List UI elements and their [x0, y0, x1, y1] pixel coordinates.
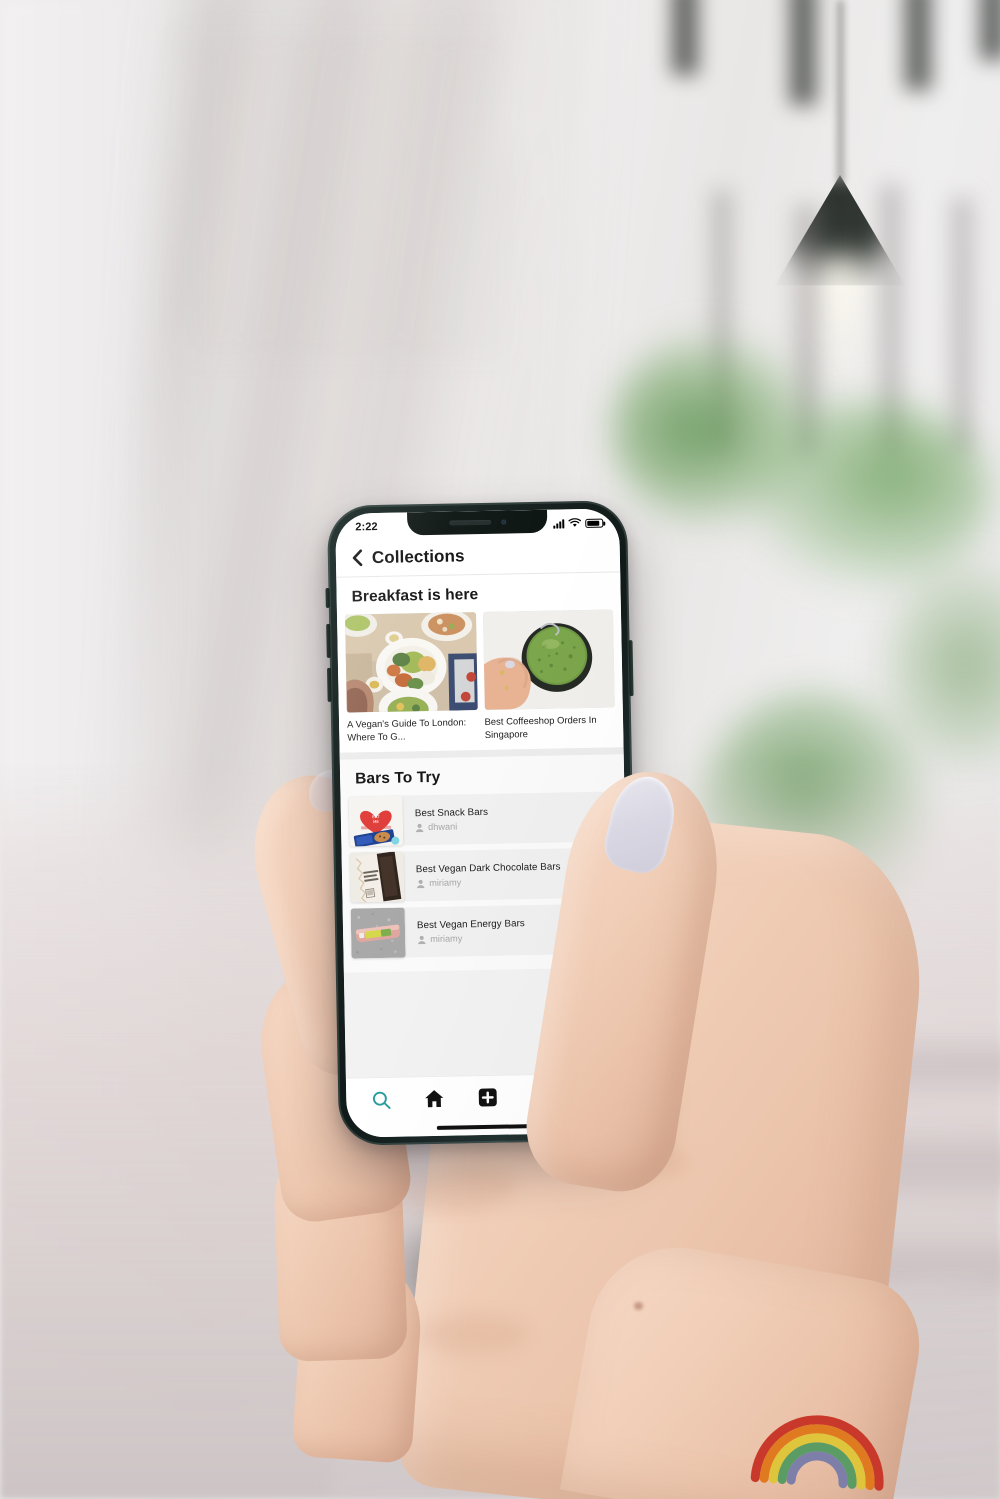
list-item-thumbnail: EAT ME — [348, 795, 404, 847]
front-camera-icon — [500, 519, 506, 525]
person-icon — [416, 879, 425, 888]
feature-caption: Best Coffeeshop Orders In Singapore — [484, 713, 597, 740]
like-count: 1 — [601, 811, 607, 822]
like-group[interactable]: 0 — [589, 924, 609, 934]
chevron-left-icon[interactable] — [352, 549, 363, 567]
tab-search[interactable] — [361, 1084, 402, 1115]
search-icon[interactable] — [371, 1089, 391, 1109]
mute-switch[interactable] — [325, 587, 330, 608]
tab-notifications[interactable] — [522, 1081, 563, 1112]
ceiling-beam — [790, 0, 816, 105]
scroll-content[interactable]: Breakfast is here A Vegan's Guide To Lon… — [336, 572, 630, 1078]
feature-grid: A Vegan's Guide To London: Where To G... — [337, 609, 624, 753]
list-item-body: Best Vegan Energy Bars miriamy 0 — [400, 903, 620, 958]
wifi-icon — [568, 518, 581, 527]
ceiling-beam — [905, 0, 931, 90]
like-count: 1 — [602, 867, 609, 878]
list-item-meta: dhwani — [415, 821, 488, 832]
list-item-meta: miriamy — [417, 932, 525, 944]
volume-up-button[interactable] — [326, 623, 331, 658]
tab-profile[interactable] — [575, 1080, 616, 1111]
profile-avatar-icon[interactable] — [585, 1085, 606, 1106]
like-group[interactable]: 1 — [587, 812, 607, 822]
feature-card[interactable]: Best Coffeeshop Orders In Singapore — [480, 609, 623, 741]
feature-image-green-smoothie — [482, 609, 615, 710]
heart-icon[interactable] — [587, 812, 598, 822]
nav-header: Collections — [335, 534, 621, 578]
hanging-lamp-cord — [838, 0, 843, 185]
tab-home[interactable] — [414, 1083, 455, 1114]
svg-text:ME: ME — [373, 819, 380, 824]
home-icon[interactable] — [424, 1089, 444, 1108]
list-item-title: Best Vegan Energy Bars — [416, 918, 525, 932]
earpiece-speaker-icon — [448, 519, 491, 526]
section-bars: Bars To Try EAT ME Best Snack Bars dhwan… — [339, 754, 628, 973]
status-time: 2:22 — [355, 520, 378, 534]
section-title: Breakfast is here — [351, 586, 479, 606]
notch — [407, 509, 548, 536]
background-window-blinds — [180, 30, 510, 360]
list-item-author: miriamy — [429, 877, 462, 889]
heart-icon[interactable] — [588, 868, 599, 878]
list-item-text: Best Snack Bars dhwani — [415, 807, 489, 832]
list-item-title: Best Vegan Dark Chocolate Bars — [415, 861, 561, 876]
photo-scene: 2:22 Collections Breakfast is here A Veg… — [0, 0, 1000, 1499]
person-icon — [415, 823, 424, 832]
feature-caption: A Vegan's Guide To London: Where To G... — [346, 716, 467, 743]
knuckle — [418, 1314, 528, 1354]
rainbow-tattoo — [750, 1415, 884, 1491]
add-plus-icon[interactable] — [479, 1088, 498, 1107]
section-breakfast: Breakfast is here A Vegan's Guide To Lon… — [336, 572, 624, 753]
list-item-author: miriamy — [430, 933, 463, 945]
page-title: Collections — [371, 545, 465, 567]
list-item-author: dhwani — [427, 821, 458, 833]
tab-create[interactable] — [468, 1082, 509, 1113]
list-item[interactable]: Best Vegan Energy Bars miriamy 0 — [350, 903, 620, 959]
background-column — [952, 198, 972, 453]
heart-icon[interactable] — [589, 924, 600, 934]
list-item-text: Best Vegan Energy Bars miriamy — [417, 918, 525, 944]
tab-bar — [345, 1072, 631, 1122]
list-item-thumbnail — [350, 907, 406, 959]
list-item-text: Best Vegan Dark Chocolate Bars miriamy — [416, 862, 561, 889]
list-item-thumbnail — [349, 851, 405, 903]
bell-icon[interactable] — [533, 1086, 550, 1106]
skin-mole — [634, 1302, 643, 1310]
person-icon — [418, 935, 426, 944]
list-item-meta: miriamy — [416, 876, 561, 889]
ceiling-beam — [672, 0, 698, 75]
volume-down-button[interactable] — [326, 667, 332, 702]
list-item[interactable]: Best Vegan Dark Chocolate Bars miriamy 1 — [349, 847, 619, 903]
list-item-title: Best Snack Bars — [414, 807, 489, 820]
phone-screen: 2:22 Collections Breakfast is here A Veg… — [335, 508, 631, 1138]
list-item[interactable]: EAT ME Best Snack Bars dhwani 1 — [348, 791, 618, 847]
section-title: Bars To Try — [354, 768, 441, 788]
like-group[interactable]: 1 — [588, 868, 608, 878]
collection-list: EAT ME Best Snack Bars dhwani 1 Best Veg… — [340, 791, 627, 972]
like-count: 0 — [603, 923, 610, 934]
battery-icon — [585, 518, 604, 528]
list-item-body: Best Vegan Dark Chocolate Bars miriamy 1 — [399, 847, 619, 902]
cellular-signal-icon — [553, 518, 565, 529]
status-icons — [553, 518, 604, 529]
smartphone: 2:22 Collections Breakfast is here A Veg… — [325, 500, 640, 1146]
ceiling-beam — [980, 0, 1000, 60]
list-item-body: Best Snack Bars dhwani 1 — [398, 791, 618, 846]
feature-image-vegan-brunch — [344, 612, 478, 713]
feature-card[interactable]: A Vegan's Guide To London: Where To G... — [337, 612, 480, 744]
